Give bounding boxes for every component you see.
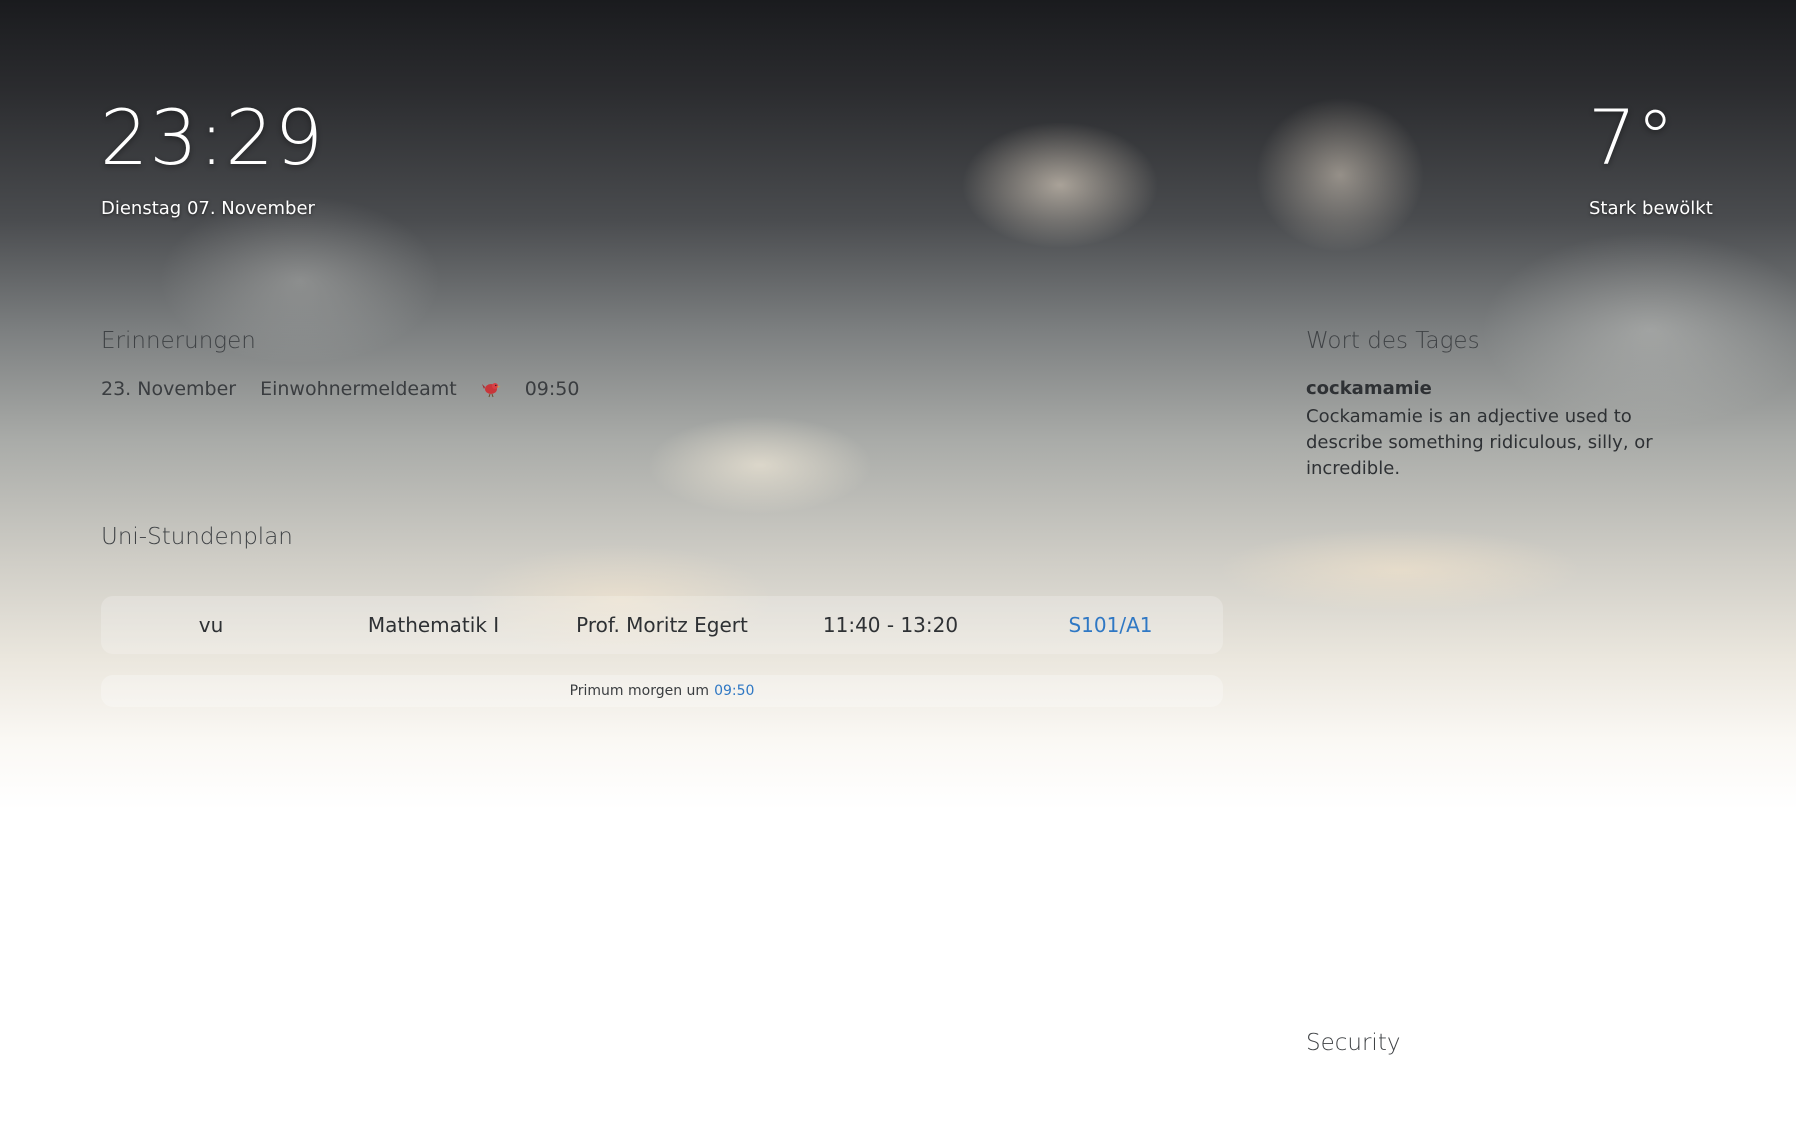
security-heading: Security [1306,1030,1401,1056]
weather-temperature: 7° [1588,93,1675,182]
word-of-day-definition: Cockamamie is an adjective used to descr… [1306,406,1653,479]
course-name: Mathematik I [367,613,500,637]
course-room-link[interactable]: S101/A1 [1003,613,1218,637]
reminder-date: 23. November [101,378,237,400]
bird-icon [481,379,501,399]
timetable-heading: Uni-Stundenplan [101,524,293,550]
word-of-day-heading: Wort des Tages [1306,328,1480,354]
reminder-title: Einwohnermeldeamt [260,378,457,400]
course-time: 11:40 - 13:20 [822,613,959,637]
course-type: vu [198,613,224,637]
timetable-row: vu Mathematik I Prof. Moritz Egert 11:40… [101,596,1223,654]
word-of-day-word: cockamamie [1306,378,1432,399]
clock-time: 23:29 [100,93,325,182]
reminder-time: 09:50 [524,378,580,400]
reminders-heading: Erinnerungen [101,328,256,354]
course-lecturer: Prof. Moritz Egert [576,613,748,637]
clock-date: Dienstag 07. November [101,198,315,219]
reminder-item: 23. November Einwohnermeldeamt 09:50 [101,378,603,400]
weather-description: Stark bewölkt [1589,198,1713,219]
next-lecture-info: Primum morgen um 09:50 [101,675,1223,707]
next-lecture-label: Primum morgen um [569,683,710,699]
next-lecture-time: 09:50 [714,683,755,699]
